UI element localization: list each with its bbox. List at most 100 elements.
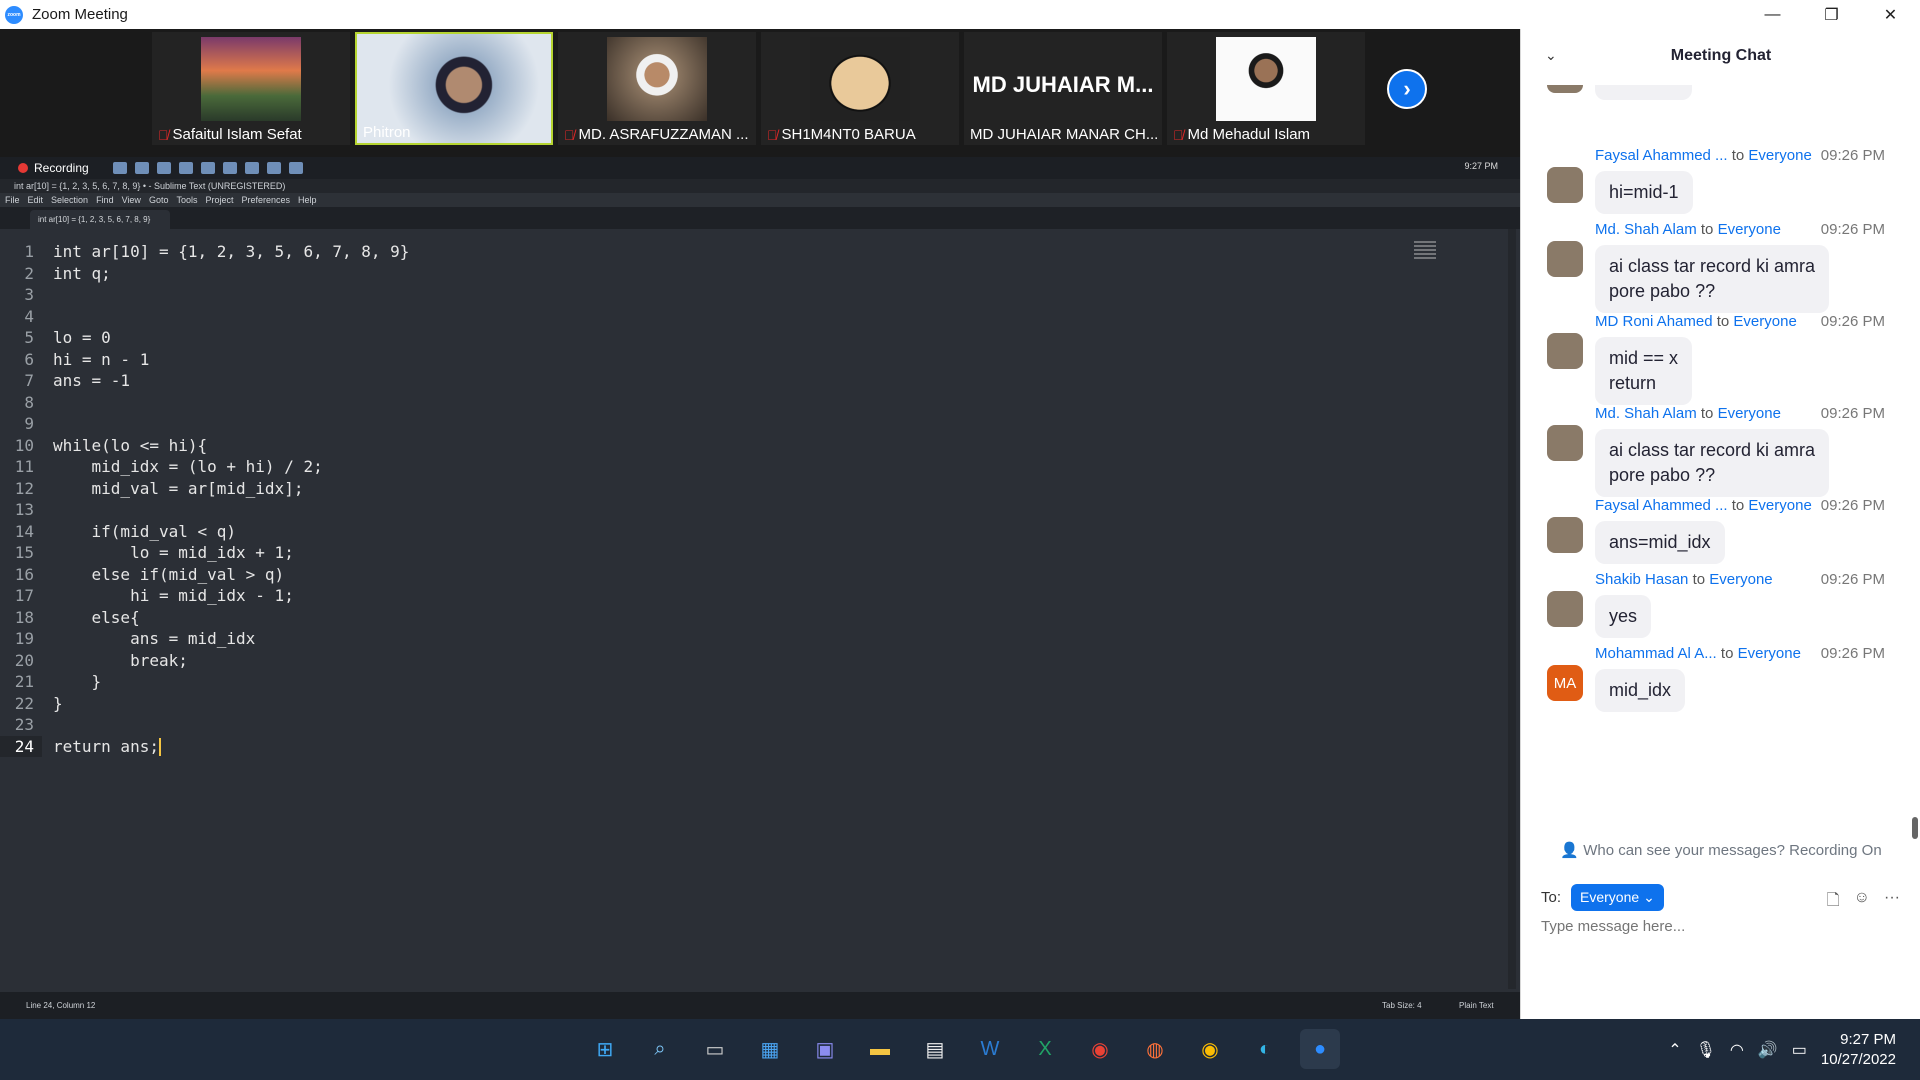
participant-tile[interactable]: 🎙̸ Safaitul Islam Sefat	[152, 32, 350, 145]
datetime[interactable]: 9:27 PM 10/27/2022	[1821, 1030, 1896, 1070]
recipient-name[interactable]: Everyone	[1738, 645, 1801, 662]
store-icon[interactable]: ▤	[915, 1029, 955, 1069]
code-line[interactable]: if(mid_val < q)	[53, 521, 409, 543]
code-line[interactable]: mid_val = ar[mid_idx];	[53, 478, 409, 500]
message-bubble[interactable]: mid == x return	[1595, 337, 1693, 405]
code-line[interactable]: lo = 0	[53, 327, 409, 349]
participant-tile[interactable]: 🎙̸ MD. ASRAFUZZAMAN ...	[558, 32, 756, 145]
message-input[interactable]	[1541, 918, 1901, 935]
recipient-name[interactable]: Everyone	[1709, 571, 1772, 588]
menu-project[interactable]: Project	[205, 193, 233, 207]
sender-name[interactable]: MD Roni Ahamed	[1595, 313, 1713, 330]
message-bubble[interactable]: ai class tar record ki amra pore pabo ??	[1595, 429, 1830, 497]
code-line[interactable]	[53, 714, 409, 736]
code-line[interactable]: }	[53, 671, 409, 693]
tab-size[interactable]: Tab Size: 4	[1382, 1001, 1422, 1010]
firefox-icon[interactable]: ◍	[1135, 1029, 1175, 1069]
editor-scrollbar[interactable]	[1508, 229, 1516, 989]
visibility-note[interactable]: 👤 Who can see your messages? Recording O…	[1521, 841, 1920, 859]
code-line[interactable]: int q;	[53, 263, 409, 285]
code-line[interactable]	[53, 499, 409, 521]
windows-start-icon[interactable]: ⊞	[585, 1029, 625, 1069]
microphone-icon[interactable]: 🎙	[1696, 1040, 1716, 1060]
syntax-mode[interactable]: Plain Text	[1459, 1001, 1494, 1010]
file-explorer-icon[interactable]: ▬	[860, 1029, 900, 1069]
widgets-icon[interactable]: ▦	[750, 1029, 790, 1069]
recipient-name[interactable]: Everyone	[1748, 147, 1811, 164]
participant-tile-active-speaker[interactable]: Phitron	[355, 32, 553, 145]
sender-name[interactable]: Md. Shah Alam	[1595, 221, 1697, 238]
next-participants-button[interactable]: ›	[1387, 69, 1427, 109]
recipient-name[interactable]: Everyone	[1733, 313, 1796, 330]
chat-messages[interactable]: mid == x Faysal Ahammed ... to Everyone 09…	[1521, 85, 1920, 835]
code-line[interactable]: else{	[53, 607, 409, 629]
message-bubble[interactable]: mid_idx	[1595, 669, 1686, 712]
code-line[interactable]: return ans;	[53, 736, 409, 758]
wifi-icon[interactable]: ◠	[1730, 1040, 1744, 1060]
participant-tile[interactable]: 🎙̸ Md Mehadul Islam	[1167, 32, 1365, 145]
chrome-alt-icon[interactable]: ◉	[1190, 1029, 1230, 1069]
more-icon[interactable]: ···	[1884, 889, 1900, 916]
menu-tools[interactable]: Tools	[176, 193, 197, 207]
code-line[interactable]: mid_idx = (lo + hi) / 2;	[53, 456, 409, 478]
code-line[interactable]	[53, 284, 409, 306]
recipient-dropdown[interactable]: Everyone ⌄	[1571, 884, 1664, 911]
excel-icon[interactable]: X	[1025, 1029, 1065, 1069]
menu-goto[interactable]: Goto	[149, 193, 169, 207]
sender-name[interactable]: Shakib Hasan	[1595, 571, 1688, 588]
minimap[interactable]	[1414, 241, 1436, 271]
menu-preferences[interactable]: Preferences	[241, 193, 290, 207]
code-editor[interactable]: 1 2 3 4 5 6 7 8 9 10 11 12 13 14 15 16 17 18 19 20 21 22 23 24 …	[0, 229, 1516, 989]
code-line[interactable]: lo = mid_idx + 1;	[53, 542, 409, 564]
code-line[interactable]: while(lo <= hi){	[53, 435, 409, 457]
recipient-name[interactable]: Everyone	[1748, 497, 1811, 514]
sender-name[interactable]: Mohammad Al A...	[1595, 645, 1717, 662]
word-icon[interactable]: W	[970, 1029, 1010, 1069]
file-icon[interactable]: 🗋	[1827, 889, 1840, 916]
message-bubble[interactable]: ans=mid_idx	[1595, 521, 1725, 564]
menu-help[interactable]: Help	[298, 193, 317, 207]
teams-chat-icon[interactable]: ▣	[805, 1029, 845, 1069]
battery-icon[interactable]: ▭	[1792, 1040, 1807, 1060]
recipient-name[interactable]: Everyone	[1718, 405, 1781, 422]
code-line[interactable]: else if(mid_val > q)	[53, 564, 409, 586]
message-bubble[interactable]: hi=mid-1	[1595, 171, 1693, 214]
search-icon[interactable]: ⌕	[640, 1029, 680, 1069]
code-line[interactable]	[53, 392, 409, 414]
code-line[interactable]	[53, 306, 409, 328]
zoom-icon[interactable]: ●	[1300, 1029, 1340, 1069]
restore-button[interactable]: ❐	[1802, 0, 1861, 29]
code-line[interactable]: int ar[10] = {1, 2, 3, 5, 6, 7, 8, 9}	[53, 241, 409, 263]
recipient-name[interactable]: Everyone	[1718, 221, 1781, 238]
chevron-up-icon[interactable]: ⌃	[1668, 1040, 1681, 1060]
code-line[interactable]: ans = -1	[53, 370, 409, 392]
minimize-button[interactable]: —	[1743, 0, 1802, 29]
code-line[interactable]	[53, 413, 409, 435]
code-line[interactable]: break;	[53, 650, 409, 672]
sender-name[interactable]: Md. Shah Alam	[1595, 405, 1697, 422]
participant-tile[interactable]: 🎙̸ SH1M4NT0 BARUA	[761, 32, 959, 145]
menu-selection[interactable]: Selection	[51, 193, 88, 207]
participant-tile[interactable]: MD JUHAIAR M... MD JUHAIAR MANAR CH...	[964, 32, 1162, 145]
code-line[interactable]: hi = n - 1	[53, 349, 409, 371]
code-content[interactable]: int ar[10] = {1, 2, 3, 5, 6, 7, 8, 9} int…	[53, 241, 409, 757]
emoji-icon[interactable]: ☺	[1854, 889, 1870, 916]
menu-view[interactable]: View	[122, 193, 141, 207]
code-line[interactable]: ans = mid_idx	[53, 628, 409, 650]
chrome-icon[interactable]: ◉	[1080, 1029, 1120, 1069]
edge-icon[interactable]: ◐	[1245, 1029, 1285, 1069]
task-view-icon[interactable]: ▭	[695, 1029, 735, 1069]
code-line[interactable]: }	[53, 693, 409, 715]
menu-find[interactable]: Find	[96, 193, 114, 207]
volume-icon[interactable]: 🔊	[1758, 1040, 1778, 1060]
chat-scrollbar[interactable]	[1912, 817, 1918, 839]
close-button[interactable]: ✕	[1861, 0, 1920, 29]
sender-name[interactable]: Faysal Ahammed ...	[1595, 147, 1728, 164]
editor-tab[interactable]: int ar[10] = {1, 2, 3, 5, 6, 7, 8, 9}	[30, 210, 170, 229]
sender-name[interactable]: Faysal Ahammed ...	[1595, 497, 1728, 514]
menu-file[interactable]: File	[5, 193, 20, 207]
recording-indicator[interactable]: Recording	[18, 161, 89, 175]
message-bubble[interactable]: ai class tar record ki amra pore pabo ??	[1595, 245, 1830, 313]
menu-edit[interactable]: Edit	[28, 193, 44, 207]
code-line[interactable]: hi = mid_idx - 1;	[53, 585, 409, 607]
